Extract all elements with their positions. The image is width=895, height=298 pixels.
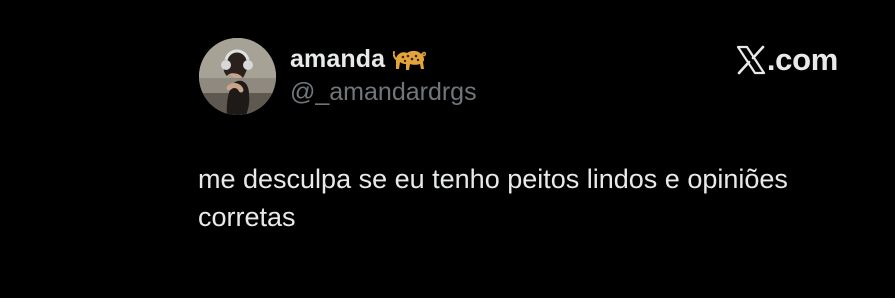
brand-suffix: .com <box>766 42 838 77</box>
brand-label: .com <box>736 42 838 78</box>
x-logo-icon <box>736 45 765 75</box>
author-name-row: amanda <box>290 44 427 74</box>
tweet-text: me desculpa se eu tenho peitos lindos e … <box>198 164 788 232</box>
tweet-card: amanda @_amandardrgs .com me desculpa se… <box>0 0 895 298</box>
user-handle[interactable]: @_amandardrgs <box>290 78 477 107</box>
display-name[interactable]: amanda <box>290 45 385 74</box>
profile-photo <box>199 38 276 115</box>
avatar[interactable] <box>199 38 276 115</box>
leopard-emoji-icon <box>393 50 427 70</box>
